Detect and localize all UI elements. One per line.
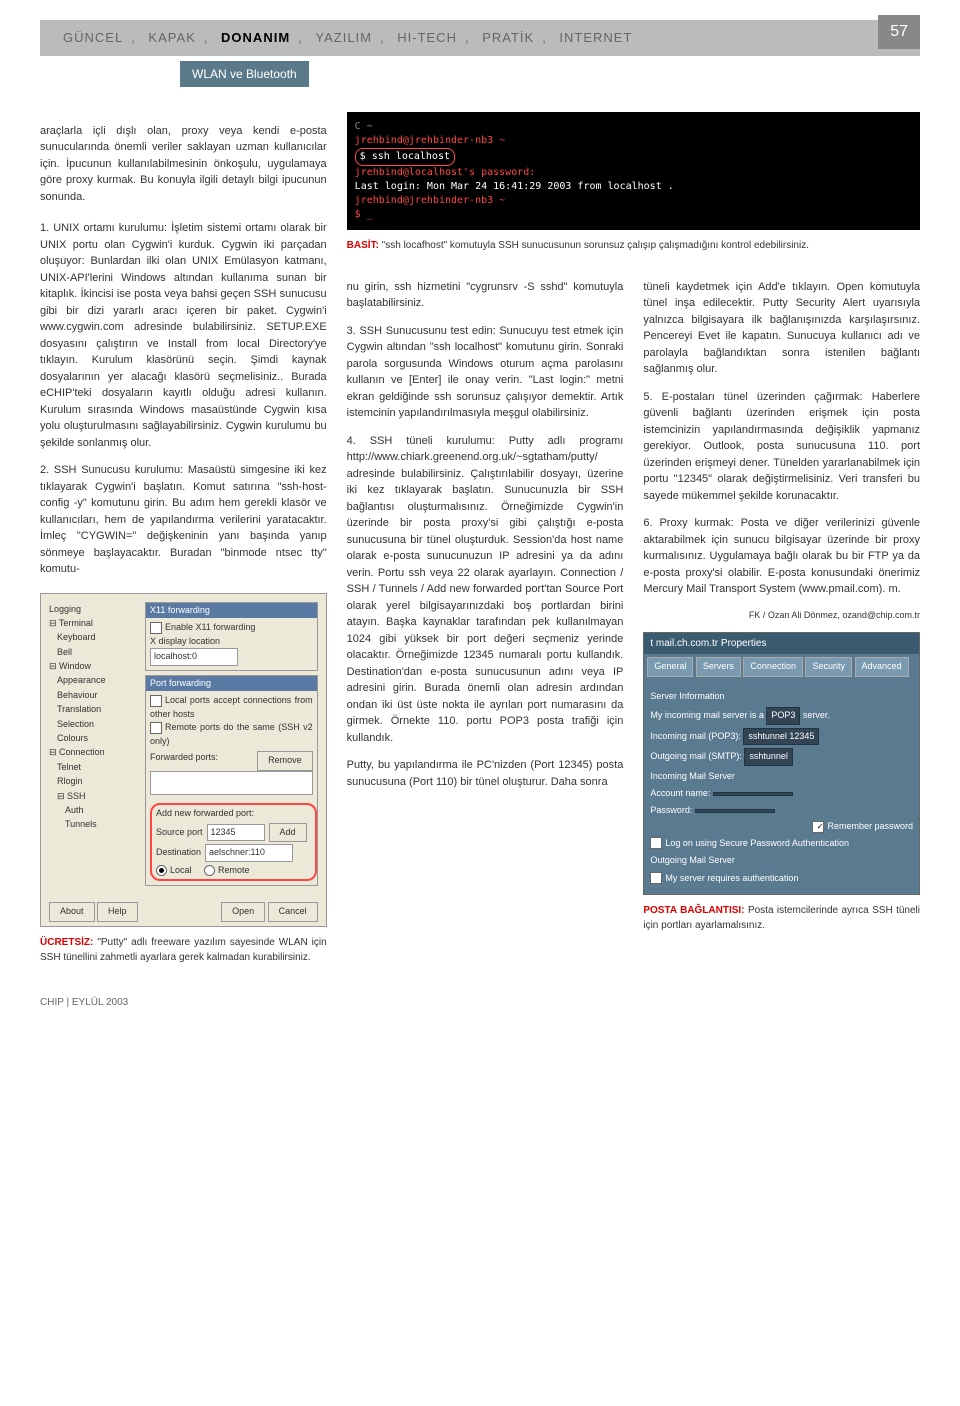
putty-caption: ÜCRETSİZ: "Putty" adlı freeware yazılım … [40, 935, 327, 965]
tab-connection[interactable]: Connection [743, 657, 803, 677]
nav-item: HI-TECH [397, 30, 457, 45]
mail-caption: POSTA BAĞLANTISI: Posta istemcilerinde a… [643, 903, 920, 933]
remote-ports-checkbox[interactable] [150, 722, 162, 734]
destination-input[interactable]: aelschner:110 [205, 844, 293, 862]
nav-item: GÜNCEL [63, 30, 123, 45]
remote-radio[interactable] [204, 865, 215, 876]
tab-security[interactable]: Security [805, 657, 852, 677]
secure-auth-checkbox[interactable] [650, 837, 662, 849]
paragraph: 1. UNIX ortamı kurulumu: İşletim sistemi… [40, 220, 327, 451]
paragraph: 5. E-postaları tünel üzerinden çağırmak:… [643, 389, 920, 505]
paragraph: Putty, bu yapılandırma ile PC'nizden (Po… [347, 757, 624, 790]
nav-item: PRATİK [482, 30, 534, 45]
incoming-input[interactable]: sshtunnel 12345 [743, 728, 819, 746]
about-button[interactable]: About [49, 902, 95, 922]
group-title: X11 forwarding [146, 603, 317, 619]
mail-properties-dialog: t mail.ch.com.tr Properties General Serv… [643, 632, 920, 895]
x-display-input[interactable]: localhost:0 [150, 648, 238, 666]
cancel-button[interactable]: Cancel [268, 902, 318, 922]
terminal-caption: BASİT: "ssh locafhost" komutuyla SSH sun… [347, 238, 920, 253]
open-button[interactable]: Open [221, 902, 265, 922]
tab-general[interactable]: General [647, 657, 693, 677]
paragraph: 6. Proxy kurmak: Posta ve diğer verileri… [643, 515, 920, 598]
remember-checkbox[interactable] [812, 821, 824, 833]
column-1: araçlarla içli dışlı olan, proxy veya ke… [40, 112, 327, 965]
page-footer: CHIP | EYLÜL 2003 [40, 995, 920, 1010]
top-nav: GÜNCEL, KAPAK, DONANIM, YAZILIM, HI-TECH… [40, 20, 920, 56]
outgoing-input[interactable]: sshtunnel [744, 748, 793, 766]
sub-header: WLAN ve Bluetooth [180, 61, 309, 87]
help-button[interactable]: Help [97, 902, 138, 922]
paragraph: 4. SSH tüneli kurulumu: Putty adlı progr… [347, 433, 624, 747]
nav-item: YAZILIM [315, 30, 372, 45]
column-2: C ~ jrehbind@jrehbinder-nb3 ~ $ ssh loca… [347, 112, 920, 965]
nav-item: KAPAK [148, 30, 195, 45]
putty-dialog: Logging ⊟ Terminal Keyboard Bell ⊟ Windo… [40, 593, 327, 927]
paragraph: 2. SSH Sunucusu kurulumu: Masaüstü simge… [40, 462, 327, 578]
add-button[interactable]: Add [269, 823, 307, 843]
x11-checkbox[interactable] [150, 622, 162, 634]
forwarded-ports-list[interactable] [150, 771, 313, 795]
account-input[interactable] [713, 792, 793, 796]
server-type: POP3 [766, 707, 800, 725]
putty-category-tree[interactable]: Logging ⊟ Terminal Keyboard Bell ⊟ Windo… [46, 599, 142, 894]
group-title: Port forwarding [146, 676, 317, 692]
local-radio[interactable] [156, 865, 167, 876]
tab-advanced[interactable]: Advanced [855, 657, 909, 677]
dialog-title: t mail.ch.com.tr Properties [644, 633, 919, 654]
local-ports-checkbox[interactable] [150, 695, 162, 707]
paragraph: nu girin, ssh hizmetini "cygrunsrv -S ss… [347, 279, 624, 312]
nav-item-active: DONANIM [221, 30, 290, 45]
paragraph: 3. SSH Sunucusunu test edin: Sunucuyu te… [347, 323, 624, 422]
remove-button[interactable]: Remove [257, 751, 313, 771]
nav-item: INTERNET [559, 30, 632, 45]
server-auth-checkbox[interactable] [650, 872, 662, 884]
paragraph: tüneli kaydetmek için Add'e tıklayın. Op… [643, 279, 920, 378]
tab-servers[interactable]: Servers [696, 657, 741, 677]
intro-paragraph: araçlarla içli dışlı olan, proxy veya ke… [40, 123, 327, 206]
terminal-screenshot: C ~ jrehbind@jrehbinder-nb3 ~ $ ssh loca… [347, 112, 920, 230]
password-input[interactable] [695, 809, 775, 813]
page-number: 57 [878, 15, 920, 49]
source-port-input[interactable]: 12345 [207, 824, 265, 842]
author-byline: FK / Ozan Ali Dönmez, ozand@chip.com.tr [643, 609, 920, 623]
